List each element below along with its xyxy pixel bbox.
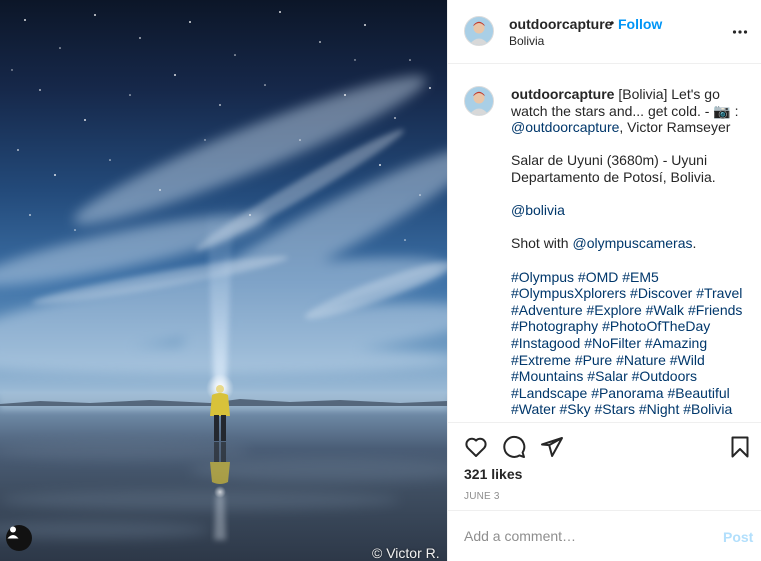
hashtag-link[interactable]: #Friends [688, 302, 742, 318]
share-icon[interactable] [540, 435, 564, 459]
mention-link[interactable]: @bolivia [511, 202, 565, 218]
night-sky-salt-flat-image [0, 11, 447, 540]
avatar-image [465, 17, 493, 45]
hashtag-list: #Olympus #OMD #EM5 #OlympusXplorers #Dis… [511, 269, 751, 418]
mention-link[interactable]: @olympuscameras [572, 235, 692, 251]
caption-avatar[interactable] [464, 86, 494, 116]
hashtag-link[interactable]: #Discover [630, 285, 692, 301]
user-tag-icon [7, 526, 19, 539]
hashtag-link[interactable]: #Salar [587, 368, 627, 384]
post-details-panel: outdoorcapture • Follow Bolivia outdoorc… [447, 0, 761, 561]
hashtag-link[interactable]: #Sky [560, 401, 591, 417]
hashtag-link[interactable]: #Bolivia [683, 401, 732, 417]
hashtag-link[interactable]: #Extreme [511, 352, 571, 368]
post-photo[interactable]: © Victor R. [0, 0, 447, 561]
comment-icon[interactable] [502, 435, 526, 459]
avatar-image [465, 87, 493, 115]
hashtag-link[interactable]: #NoFilter [584, 335, 641, 351]
follow-button[interactable]: Follow [618, 16, 662, 32]
post-caption: outdoorcapture [Bolivia] Let's go watch … [511, 86, 751, 418]
caption-text: , Victor Ramseyer [619, 119, 731, 136]
hashtag-link[interactable]: #PhotoOfTheDay [602, 318, 710, 334]
heart-icon[interactable] [464, 435, 488, 459]
comments-area[interactable]: outdoorcapture [Bolivia] Let's go watch … [448, 65, 761, 422]
hashtag-link[interactable]: #Photography [511, 318, 598, 334]
comment-bar: Post [448, 510, 761, 561]
caption-paragraph: Salar de Uyuni (3680m) - Uyuni Departame… [511, 152, 716, 185]
post-comment-button[interactable]: Post [723, 529, 753, 545]
like-count[interactable]: 321 likes [464, 466, 522, 482]
hashtag-link[interactable]: #Pure [575, 352, 612, 368]
avatar[interactable] [464, 16, 494, 46]
hashtag-link[interactable]: #Explore [587, 302, 642, 318]
location-link[interactable]: Bolivia [509, 34, 544, 48]
bookmark-icon[interactable] [728, 435, 752, 459]
hashtag-link[interactable]: #Amazing [645, 335, 707, 351]
caption-paragraph: @bolivia [511, 202, 751, 219]
user-tag-button[interactable] [6, 525, 32, 551]
hashtag-link[interactable]: #Outdoors [632, 368, 697, 384]
mention-link[interactable]: @outdoorcapture [511, 119, 619, 135]
hashtag-link[interactable]: #Panorama [591, 385, 663, 401]
hashtag-link[interactable]: #Walk [646, 302, 684, 318]
hashtag-link[interactable]: #Mountains [511, 368, 583, 384]
hashtag-link[interactable]: #Night [639, 401, 679, 417]
caption-paragraph: Shot with @olympuscameras. [511, 235, 751, 252]
photo-credit-watermark: © Victor R. [372, 545, 440, 561]
hashtag-link[interactable]: #Instagood [511, 335, 580, 351]
hashtag-link[interactable]: #EM5 [622, 269, 659, 285]
hashtag-link[interactable]: #Olympus [511, 269, 574, 285]
hashtag-link[interactable]: #Travel [696, 285, 742, 301]
hashtag-link[interactable]: #Wild [670, 352, 705, 368]
hashtag-link[interactable]: #Beautiful [667, 385, 729, 401]
post-date[interactable]: JUNE 3 [464, 491, 500, 502]
hashtag-link[interactable]: #Water [511, 401, 556, 417]
comment-input[interactable] [464, 526, 704, 546]
separator-dot: • [610, 16, 615, 30]
hashtag-link[interactable]: #Landscape [511, 385, 587, 401]
hashtag-link[interactable]: #Nature [616, 352, 666, 368]
hashtag-link[interactable]: #OMD [578, 269, 618, 285]
username-link[interactable]: outdoorcapture [509, 16, 612, 32]
hashtag-link[interactable]: #Stars [595, 401, 635, 417]
caption-text: Shot with [511, 235, 573, 252]
more-options-icon[interactable] [732, 24, 748, 40]
caption-text: . [692, 235, 697, 252]
post-actions: 321 likes JUNE 3 [448, 422, 761, 508]
hashtag-link[interactable]: #OlympusXplorers [511, 285, 626, 301]
post-header: outdoorcapture • Follow Bolivia [448, 0, 761, 64]
caption-author-link[interactable]: outdoorcapture [511, 86, 614, 102]
hashtag-link[interactable]: #Adventure [511, 302, 583, 318]
